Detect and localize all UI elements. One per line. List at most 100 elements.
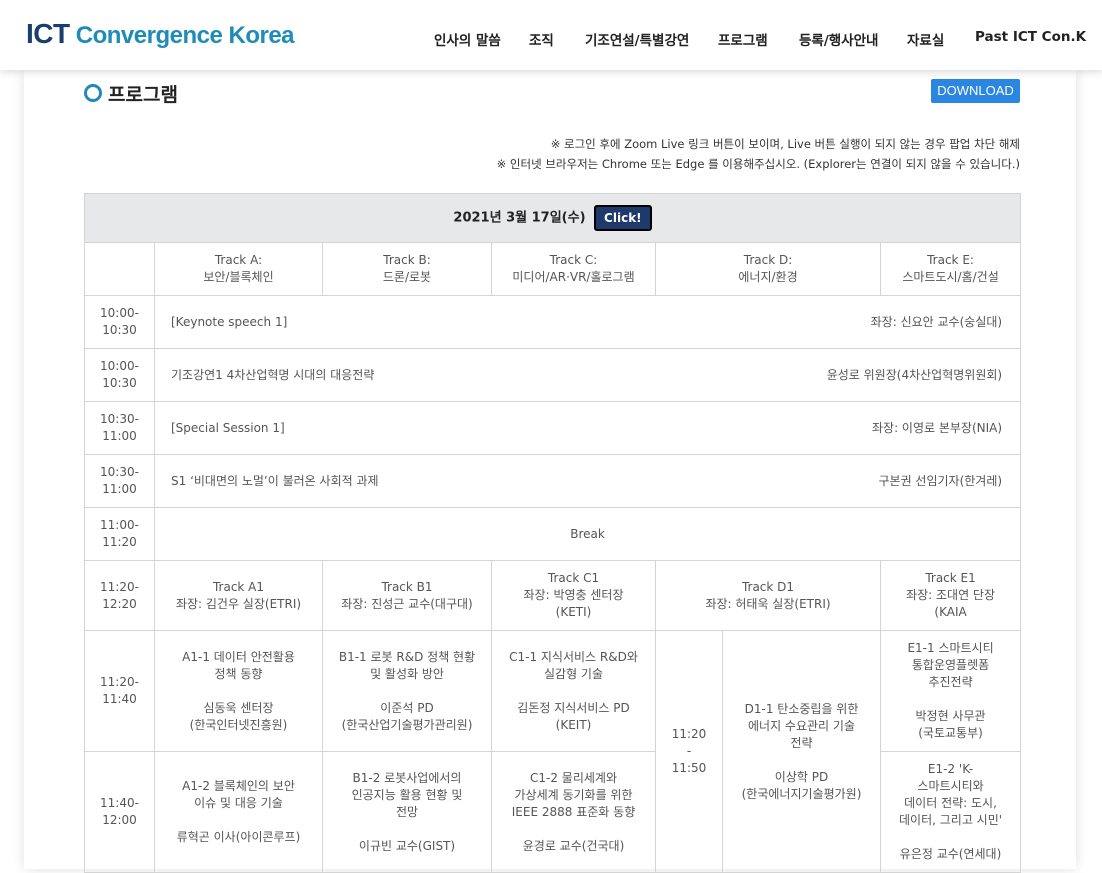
session-cell: 기조강연1 4차산업혁명 시대의 대응전략 윤성로 위원장(4차산업혁명위원회) [153, 348, 1022, 402]
talk-title: 실감형 기술 [543, 666, 603, 681]
d1-time-cell: 11:20 - 11:50 [655, 630, 723, 873]
nav-greeting[interactable]: 인사의 말씀 [434, 29, 501, 49]
talk-title: 이슈 및 대응 기술 [194, 796, 283, 810]
session-cell: [Keynote speech 1] 좌장: 신요안 교수(숭실대) [153, 295, 1022, 349]
time-cell: 10:30- 11:00 [84, 454, 155, 508]
nav-program[interactable]: 프로그램 [718, 29, 768, 49]
time-start: 10:30- [100, 412, 139, 426]
session-b1-2: B1-2 로봇사업에서의인공지능 활용 현황 및전망이규빈 교수(GIST) [322, 751, 492, 873]
session-a1-2: A1-2 블록체인의 보안이슈 및 대응 기술류혁곤 이사(아이콘루프) [154, 751, 323, 873]
track-name: Track E: [927, 253, 974, 267]
track-name: Track D: [743, 253, 793, 267]
session-speaker: 구본권 선임기자(한겨레) [878, 473, 1003, 488]
speaker-name: 류혁곤 이사(아이콘루프) [176, 830, 301, 844]
track-b1-chair: Track B1 좌장: 진성근 교수(대구대) [322, 560, 492, 631]
time-cell: 10:00- 10:30 [84, 348, 155, 402]
track-label: Track D1 [741, 579, 795, 594]
speaker-affiliation: (한국인터넷진흥원) [189, 717, 288, 732]
site-logo[interactable]: ICT Convergence Korea [26, 18, 295, 50]
logo-ict: ICT [26, 18, 70, 49]
nav-archive[interactable]: 자료실 [907, 29, 944, 49]
speaker-name: 유은정 교수(연세대) [899, 847, 1002, 861]
talk-title: 통합운영플렛폼 [911, 658, 990, 672]
talk-title: 스마트시티와 [917, 779, 984, 793]
speaker-affiliation: (한국에너지기술평가원) [741, 786, 862, 801]
speaker-affiliation: (KEIT) [555, 717, 592, 732]
talk-title: 데이터, 그리고 시민' [899, 813, 1003, 827]
track-name: Track A: [214, 253, 263, 267]
time-end: 11:50 [671, 761, 707, 775]
speaker-affiliation: (국토교통부) [918, 726, 983, 740]
track-topic: 미디어/AR·VR/홀로그램 [512, 270, 635, 284]
track-label: Track E1 [925, 571, 976, 585]
track-header-row: Track A: 보안/블록체인 Track B: 드론/로봇 Track C: 미디… [84, 242, 1022, 296]
empty-corner [84, 242, 155, 296]
table-row: 10:00- 10:30 기조강연1 4차산업혁명 시대의 대응전략 윤성로 위원장… [84, 348, 1022, 402]
time-end: 10:30 [102, 323, 137, 337]
time-end: 11:00 [102, 482, 137, 496]
track-label: Track B1 [381, 579, 433, 594]
chair-affiliation: (KETI) [555, 605, 592, 619]
time-start: 10:00- [100, 306, 139, 320]
session-chair: 좌장: 이영로 본부장(NIA) [871, 420, 1003, 435]
session-b1-1: B1-1 로봇 R&D 정책 현황 및 활성화 방안 이준석 PD (한국산업기술평가… [322, 630, 492, 752]
talk-title: 가상세계 동기화를 위한 [514, 787, 633, 802]
table-row: 10:00- 10:30 [Keynote speech 1] 좌장: 신요안 교수… [84, 295, 1022, 349]
talk-title: A1-1 데이터 안전활용 [182, 649, 295, 664]
notice-login: ※ 로그인 후에 Zoom Live 링크 버튼이 보이며, Live 버튼 실… [550, 137, 1020, 151]
nav-keynote[interactable]: 기조연설/특별강연 [585, 29, 689, 49]
time-start: 10:00- [100, 359, 139, 373]
table-row: 10:30- 11:00 [Special Session 1] 좌장: 이영로 본… [84, 401, 1022, 455]
date-row: 2021년 3월 17일(수) Click! [83, 193, 1022, 243]
talk-title: A1-2 블록체인의 보안 [182, 779, 295, 793]
nav-past[interactable]: Past ICT Con.K [975, 29, 1086, 45]
speaker-name: 박정현 사무관 [915, 709, 986, 723]
circle-bullet-icon [84, 84, 102, 102]
session-c1-2: C1-2 물리세계와 가상세계 동기화를 위한 IEEE 2888 표준화 동향 윤경… [491, 751, 656, 873]
speaker-name: 이규빈 교수(GIST) [358, 838, 456, 853]
track-e1-chair: Track E1 좌장: 조대연 단장 (KAIA [879, 560, 1022, 631]
track-label: Track A1 [212, 579, 265, 594]
download-button[interactable]: DOWNLOAD [931, 79, 1020, 103]
track-c1-chair: Track C1 좌장: 박영충 센터장 (KETI) [491, 560, 656, 631]
time-end: 11:00 [102, 429, 137, 443]
time-cell: 11:20- 11:40 [84, 630, 155, 752]
chair-row: 11:20- 12:20 Track A1 좌장: 김건우 실장(ETRI) Tra… [84, 560, 1022, 631]
session-title: [Special Session 1] [171, 420, 285, 435]
click-button[interactable]: Click! [594, 205, 652, 231]
talk-title: 에너지 수요관리 기술 [748, 718, 855, 733]
time-sep: - [686, 744, 692, 758]
talk-title: 인공지능 활용 현황 및 [351, 787, 463, 802]
track-d1-chair: Track D1 좌장: 허태욱 실장(ETRI) [655, 560, 881, 631]
talk-title: IEEE 2888 표준화 동향 [511, 804, 636, 819]
track-topic: 드론/로봇 [382, 270, 432, 284]
track-label: Track C1 [547, 571, 600, 585]
session-a1-1: A1-1 데이터 안전활용 정책 동향 심동욱 센터장 (한국인터넷진흥원) [154, 630, 323, 752]
table-row: 10:30- 11:00 S1 ‘비대면의 노멀’이 불러온 사회적 과제 구본권 … [84, 454, 1022, 508]
nav-organization[interactable]: 조직 [529, 29, 554, 49]
talk-title: D1-1 탄소중립을 위한 [744, 701, 859, 716]
time-start: 10:30- [100, 465, 139, 479]
talk-title: 전망 [395, 804, 419, 819]
logo-text: Convergence Korea [75, 22, 295, 49]
chair-label: 좌장: 조대연 단장 [906, 588, 996, 602]
talk-title: E1-1 스마트시티 [907, 641, 994, 655]
track-a-header: Track A: 보안/블록체인 [154, 242, 323, 296]
nav-registration[interactable]: 등록/행사안내 [799, 29, 878, 49]
track-b-header: Track B: 드론/로봇 [322, 242, 492, 296]
time-start: 11:20- [100, 675, 139, 689]
speaker-name: 이상학 PD [774, 769, 829, 784]
page-title-text: 프로그램 [108, 84, 178, 106]
session-d1-1: D1-1 탄소중립을 위한 에너지 수요관리 기술 전략 이상학 PD (한국에너지기술… [722, 630, 881, 873]
time-cell: 10:00- 10:30 [84, 295, 155, 349]
chair-label: 좌장: 허태욱 실장(ETRI) [705, 596, 831, 611]
speaker-name: 심동욱 센터장 [203, 700, 274, 715]
time-cell: 11:00- 11:20 [84, 507, 155, 561]
talk-title: B1-2 로봇사업에서의 [352, 770, 462, 785]
session-c1-1: C1-1 지식서비스 R&D와 실감형 기술 김돈정 지식서비스 PD (KEIT) [491, 630, 656, 752]
site-header: ICT Convergence Korea 인사의 말씀 조직 기조연설/특별강… [0, 0, 1102, 70]
